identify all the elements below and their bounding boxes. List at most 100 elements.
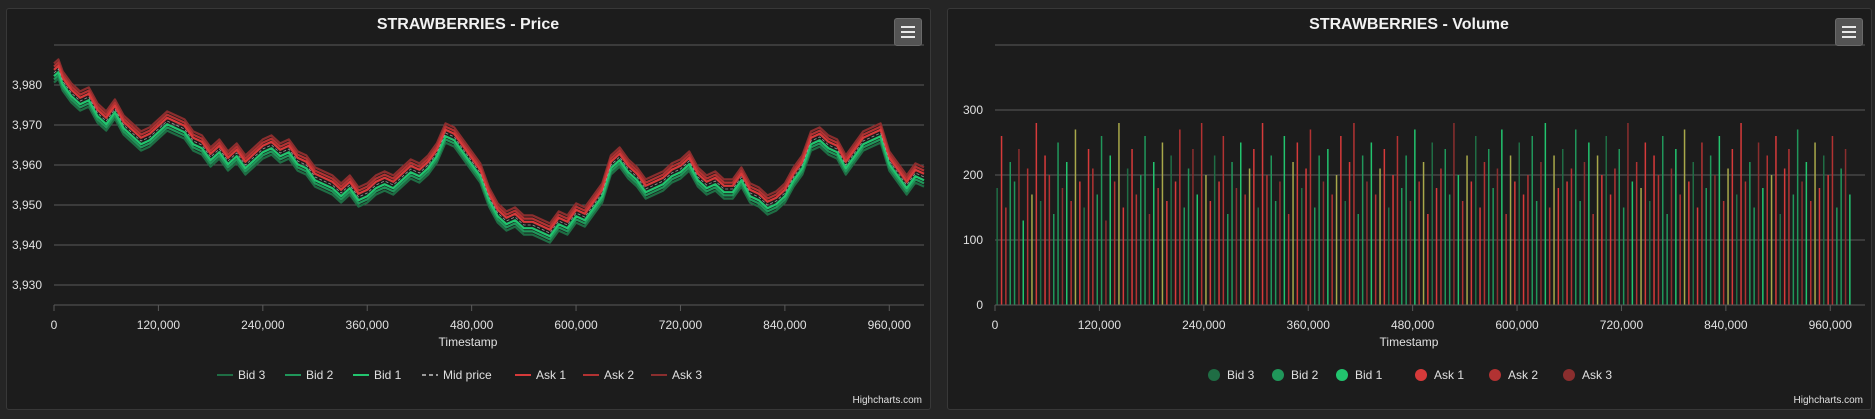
volume-bar <box>1601 175 1603 305</box>
price-legend-item[interactable]: Bid 3 <box>217 368 266 382</box>
volume-bar <box>1609 194 1612 305</box>
volume-bar <box>1618 149 1620 305</box>
volume-bar <box>1831 136 1834 305</box>
price-legend-label: Bid 3 <box>238 368 266 382</box>
volume-bar <box>1270 155 1272 305</box>
volume-bar <box>1553 155 1555 305</box>
price-y-tick-label: 3,940 <box>12 238 42 252</box>
volume-bar <box>1161 142 1164 305</box>
chart-menu-button[interactable] <box>1835 18 1863 46</box>
volume-bar <box>1327 149 1329 305</box>
volume-bar <box>1205 175 1207 305</box>
volume-bar <box>1649 201 1651 305</box>
price-legend-item[interactable]: Bid 2 <box>285 368 334 382</box>
price-legend-item[interactable]: Ask 1 <box>515 368 566 382</box>
credits-link[interactable]: Highcharts.com <box>853 395 922 406</box>
volume-legend-item[interactable]: Bid 1 <box>1336 368 1383 382</box>
volume-bar <box>1488 149 1490 305</box>
volume-bar <box>1740 123 1742 305</box>
volume-bar <box>1366 181 1368 305</box>
volume-bar <box>1361 155 1364 305</box>
volume-bar <box>1670 168 1673 305</box>
volume-bar <box>1322 181 1325 305</box>
volume-bar <box>1261 123 1264 305</box>
volume-bar <box>1679 194 1681 305</box>
volume-legend-label: Bid 3 <box>1227 368 1255 382</box>
volume-bar <box>1183 207 1185 305</box>
legend-circle-symbol <box>1489 369 1501 381</box>
volume-legend-item[interactable]: Ask 2 <box>1489 368 1538 382</box>
volume-legend-item[interactable]: Bid 2 <box>1272 368 1319 382</box>
volume-bar <box>1466 155 1468 305</box>
volume-bar <box>1070 201 1072 305</box>
volume-bar <box>1305 168 1307 305</box>
volume-bar <box>1109 155 1111 305</box>
volume-bar <box>1074 129 1077 305</box>
volume-bar <box>1783 168 1786 305</box>
volume-bar <box>1000 136 1003 305</box>
volume-bar <box>1157 188 1159 305</box>
price-legend-item[interactable]: Ask 3 <box>651 368 702 382</box>
volume-bar <box>1227 214 1229 305</box>
volume-bar <box>1753 207 1755 305</box>
volume-bar <box>1026 168 1029 305</box>
volume-bar <box>1187 168 1190 305</box>
volume-x-tick-label: 0 <box>992 318 999 332</box>
price-x-tick-label: 840,000 <box>763 318 807 332</box>
volume-bar <box>1492 188 1494 305</box>
volume-bar <box>1079 181 1081 305</box>
volume-bar <box>1087 149 1090 305</box>
chart-menu-button[interactable] <box>894 18 922 46</box>
volume-bar <box>1292 162 1294 305</box>
volume-y-tick-label: 100 <box>963 233 983 247</box>
volume-bar <box>1200 123 1203 305</box>
volume-bar <box>1118 123 1120 305</box>
price-x-tick-label: 120,000 <box>137 318 181 332</box>
volume-bar <box>1309 129 1312 305</box>
price-legend-item[interactable]: Bid 1 <box>353 368 402 382</box>
price-legend-item[interactable]: Mid price <box>422 368 492 382</box>
price-legend-item[interactable]: Ask 2 <box>583 368 634 382</box>
volume-bar <box>1301 188 1303 305</box>
volume-bar <box>1192 149 1194 305</box>
volume-legend-label: Bid 2 <box>1291 368 1319 382</box>
volume-x-tick-label: 960,000 <box>1809 318 1853 332</box>
volume-bar <box>1435 188 1438 305</box>
volume-x-tick-label: 600,000 <box>1495 318 1539 332</box>
volume-bar <box>1805 162 1808 305</box>
price-series-bid-3 <box>53 77 925 244</box>
volume-bar <box>1696 207 1699 305</box>
volume-legend-item[interactable]: Ask 1 <box>1415 368 1464 382</box>
volume-bar <box>1057 142 1059 305</box>
volume-bar <box>1592 214 1594 305</box>
price-series-bid-1 <box>53 71 925 238</box>
volume-bar <box>996 188 998 305</box>
price-y-tick-label: 3,950 <box>12 198 42 212</box>
price-x-tick-label: 960,000 <box>868 318 912 332</box>
volume-bar <box>1222 136 1225 305</box>
volume-bar <box>1105 220 1107 305</box>
volume-bar <box>1440 168 1442 305</box>
volume-bar <box>1562 149 1564 305</box>
credits-link[interactable]: Highcharts.com <box>1794 395 1863 406</box>
volume-bar <box>1509 155 1512 305</box>
volume-bar <box>1335 175 1338 305</box>
volume-bar <box>1736 194 1738 305</box>
volume-bar <box>1166 201 1168 305</box>
volume-bar <box>1005 207 1007 305</box>
volume-legend-item[interactable]: Bid 3 <box>1208 368 1255 382</box>
volume-legend-item[interactable]: Ask 3 <box>1563 368 1612 382</box>
volume-bar <box>1727 168 1729 305</box>
volume-bar <box>1844 149 1847 305</box>
volume-bar <box>1640 188 1642 305</box>
volume-bar <box>1718 136 1721 305</box>
volume-bar <box>1709 155 1712 305</box>
volume-bar <box>1113 181 1116 305</box>
volume-bar <box>1218 181 1220 305</box>
volume-bar <box>1096 194 1098 305</box>
volume-bar <box>1479 207 1481 305</box>
volume-y-tick-label: 200 <box>963 168 983 182</box>
hamburger-menu-icon-bar <box>1842 36 1856 38</box>
volume-bar <box>1635 162 1638 305</box>
volume-bar <box>1235 188 1238 305</box>
